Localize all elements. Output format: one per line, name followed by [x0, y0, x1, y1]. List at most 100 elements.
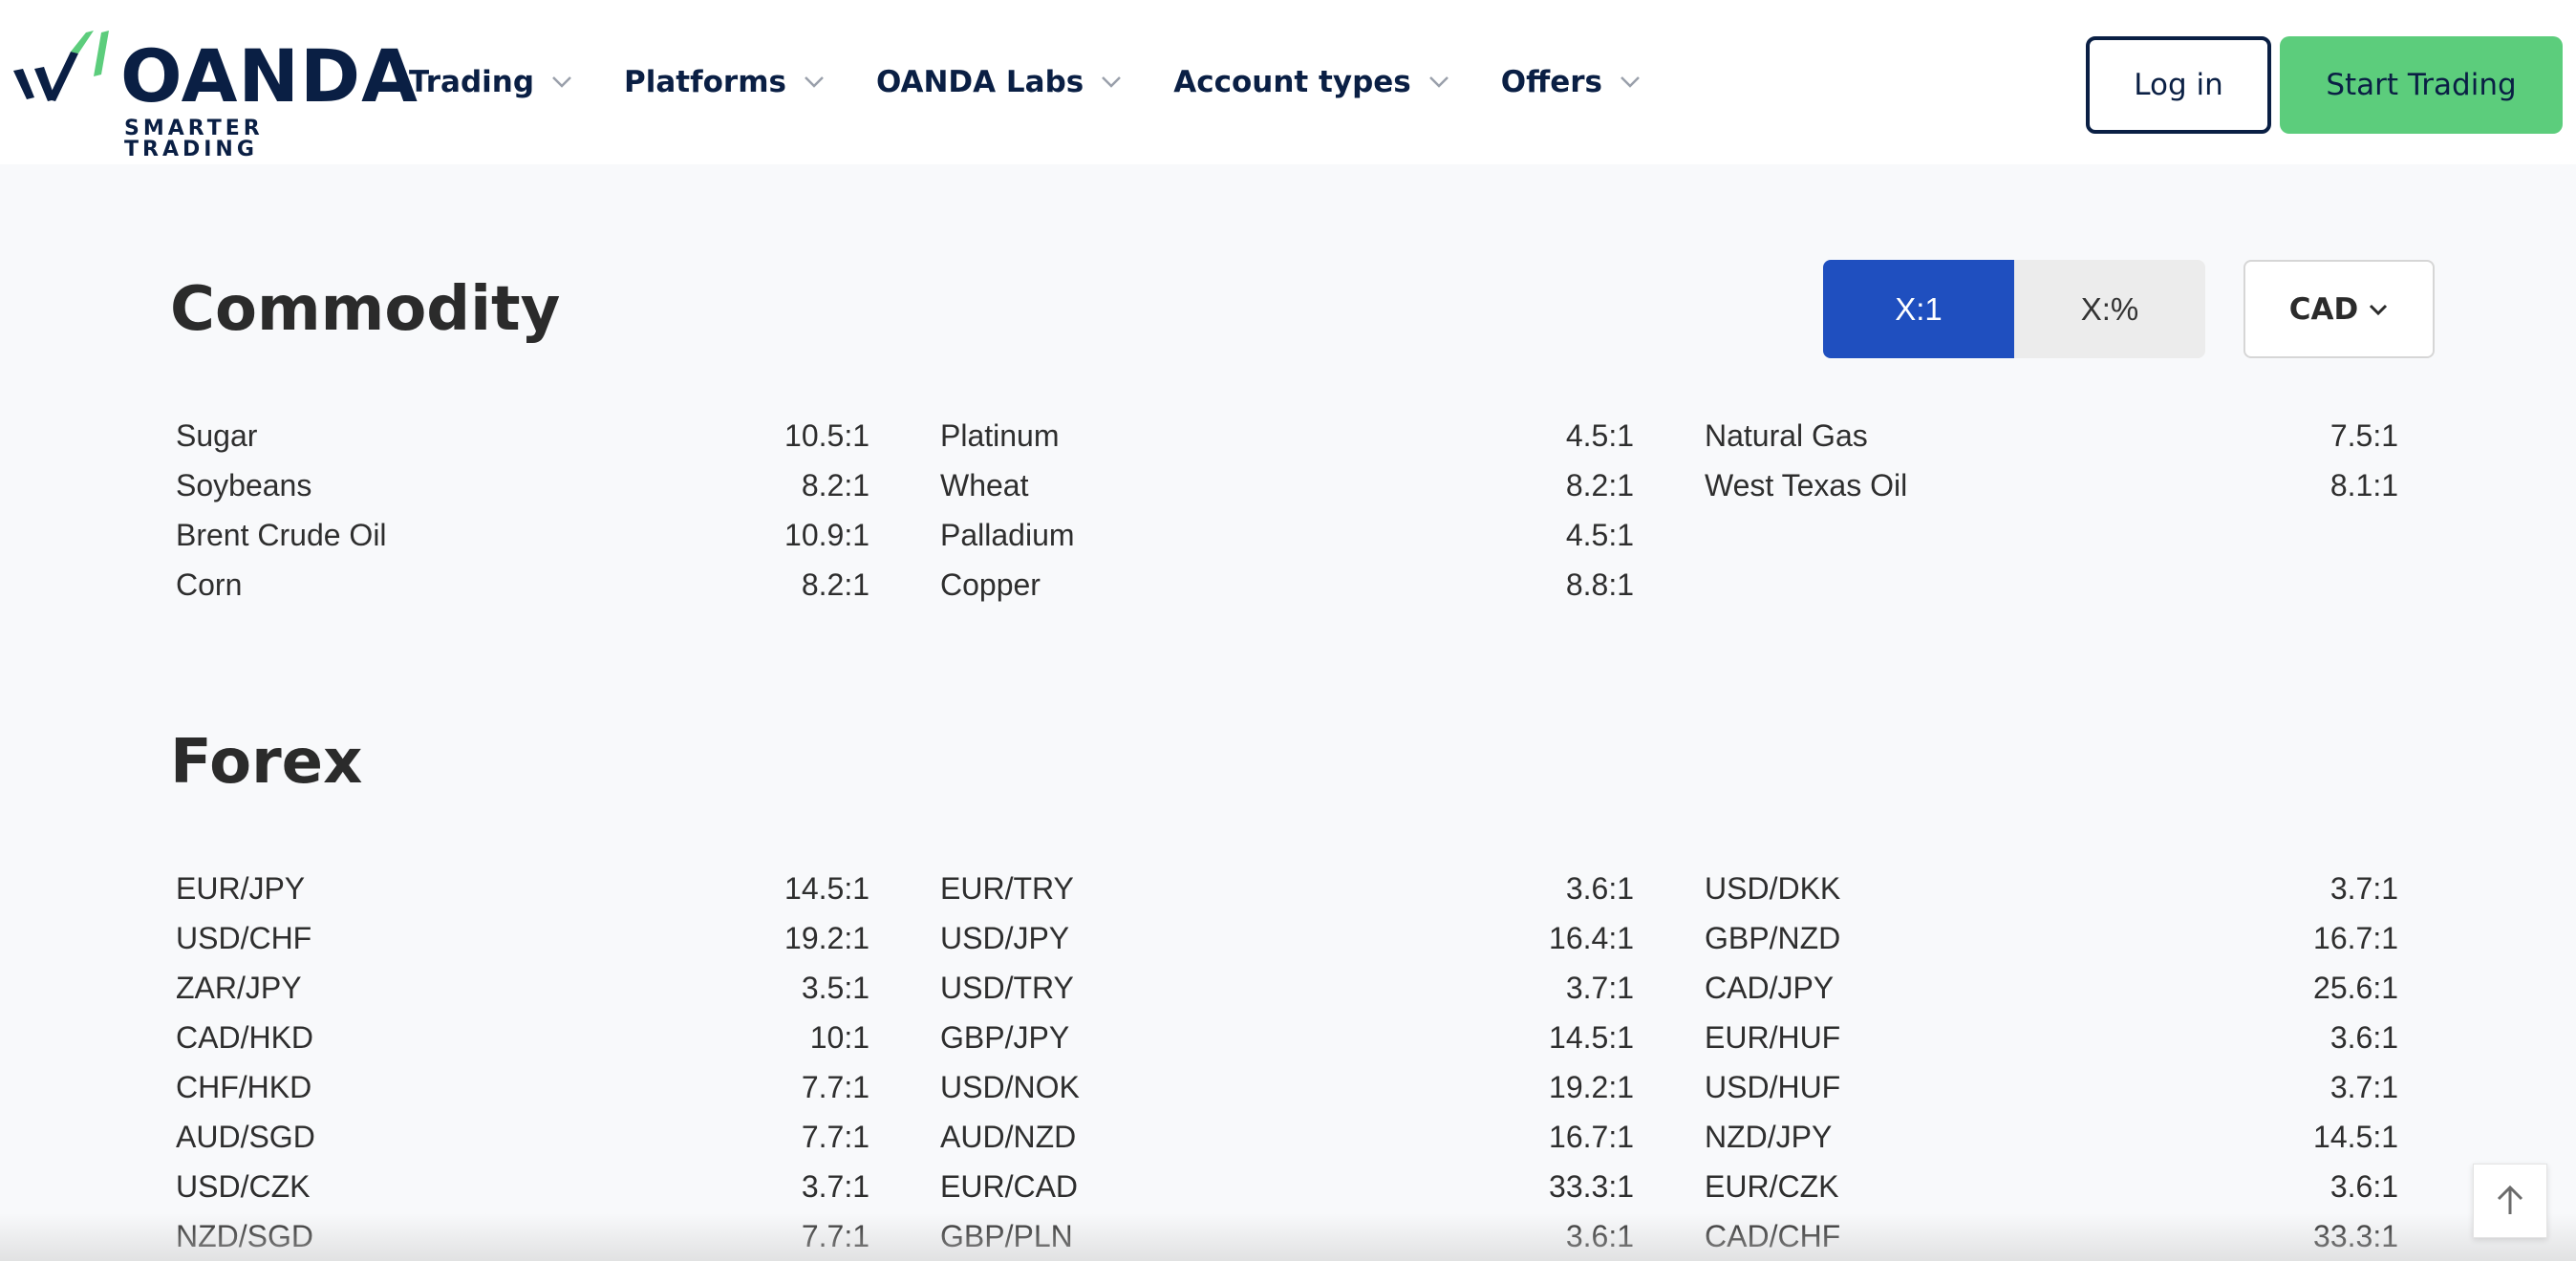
instrument-name: USD/HUF — [1705, 1069, 1841, 1104]
leverage-value: 16.7:1 — [2313, 920, 2398, 955]
leverage-value: 14.5:1 — [1549, 1019, 1634, 1055]
nav-label: OANDA Labs — [875, 65, 1084, 99]
nav-account-types[interactable]: Account types — [1173, 59, 1449, 105]
instrument-name: USD/CZK — [176, 1168, 311, 1204]
forex-table: EUR/JPY 14.5:1 USD/CHF 19.2:1 ZAR/JPY 3.5:1 CA… — [176, 864, 2469, 1261]
instrument-name: USD/DKK — [1705, 870, 1841, 906]
instrument-row: Corn 8.2:1 — [176, 560, 869, 609]
instrument-row: USD/NOK 19.2:1 — [940, 1062, 1634, 1112]
start-trading-button[interactable]: Start Trading — [2280, 36, 2563, 134]
instrument-name: Wheat — [940, 467, 1029, 502]
instrument-row: CAD/CHF 33.3:1 — [1705, 1211, 2398, 1261]
instrument-name: West Texas Oil — [1705, 467, 1908, 502]
instrument-name: ZAR/JPY — [176, 970, 302, 1005]
instrument-name: Sugar — [176, 417, 258, 453]
instrument-name: CAD/JPY — [1705, 970, 1835, 1005]
instrument-row: NZD/JPY 14.5:1 — [1705, 1112, 2398, 1162]
instrument-row: CHF/HKD 7.7:1 — [176, 1062, 869, 1112]
leverage-value: 7.7:1 — [801, 1119, 869, 1154]
instrument-row: USD/JPY 16.4:1 — [940, 913, 1634, 963]
nav-platforms[interactable]: Platforms — [624, 59, 825, 105]
leverage-value: 14.5:1 — [2313, 1119, 2398, 1154]
leverage-value: 3.6:1 — [2329, 1168, 2398, 1204]
instrument-name: USD/JPY — [940, 920, 1070, 955]
instrument-row: EUR/JPY 14.5:1 — [176, 864, 869, 913]
leverage-format-toggle: X:1 X:% — [1823, 260, 2205, 358]
logo-mark-icon — [13, 31, 109, 101]
forex-heading: Forex — [170, 727, 363, 798]
nav-oanda-labs[interactable]: OANDA Labs — [876, 59, 1122, 105]
instrument-row: USD/HUF 3.7:1 — [1705, 1062, 2398, 1112]
instrument-row: USD/CHF 19.2:1 — [176, 913, 869, 963]
instrument-name: GBP/JPY — [940, 1019, 1070, 1055]
leverage-value: 3.6:1 — [2329, 1019, 2398, 1055]
leverage-value: 7.7:1 — [801, 1069, 869, 1104]
oanda-logo[interactable]: OANDA SMARTER TRADING — [13, 31, 418, 160]
leverage-value: 4.5:1 — [1565, 517, 1634, 552]
leverage-value: 3.7:1 — [801, 1168, 869, 1204]
instrument-name: NZD/JPY — [1705, 1119, 1833, 1154]
instrument-row: EUR/CAD 33.3:1 — [940, 1162, 1634, 1211]
leverage-value: 10.9:1 — [784, 517, 869, 552]
login-button[interactable]: Log in — [2086, 36, 2271, 134]
leverage-value: 10.5:1 — [784, 417, 869, 453]
instrument-name: CAD/CHF — [1705, 1218, 1841, 1253]
instrument-row: EUR/CZK 3.6:1 — [1705, 1162, 2398, 1211]
instrument-name: USD/TRY — [940, 970, 1074, 1005]
instrument-name: Brent Crude Oil — [176, 517, 387, 552]
currency-select[interactable]: CAD — [2243, 260, 2435, 358]
logo-wordmark: OANDA — [120, 33, 419, 118]
nav-trading[interactable]: Trading — [409, 59, 572, 105]
leverage-value: 10:1 — [809, 1019, 869, 1055]
scroll-to-top-button[interactable] — [2473, 1164, 2547, 1238]
instrument-name: USD/NOK — [940, 1069, 1080, 1104]
instrument-name: NZD/SGD — [176, 1218, 313, 1253]
nav-label: Offers — [1500, 65, 1602, 99]
nav-label: Trading — [409, 65, 535, 99]
instrument-name: Copper — [940, 566, 1041, 602]
leverage-value: 33.3:1 — [2313, 1218, 2398, 1253]
instrument-row: Palladium 4.5:1 — [940, 510, 1634, 560]
main-nav: Trading Platforms OANDA Labs Account typ… — [409, 59, 1692, 105]
instrument-row: AUD/NZD 16.7:1 — [940, 1112, 1634, 1162]
nav-offers[interactable]: Offers — [1501, 59, 1641, 105]
instrument-row: Soybeans 8.2:1 — [176, 460, 869, 510]
instrument-row: CAD/HKD 10:1 — [176, 1013, 869, 1062]
instrument-name: Palladium — [940, 517, 1075, 552]
leverage-value: 7.7:1 — [801, 1218, 869, 1253]
leverage-value: 3.6:1 — [1565, 1218, 1634, 1253]
leverage-value: 16.7:1 — [1549, 1119, 1634, 1154]
site-header: OANDA SMARTER TRADING Trading Platforms … — [0, 0, 2576, 164]
instrument-row: GBP/JPY 14.5:1 — [940, 1013, 1634, 1062]
instrument-row: Wheat 8.2:1 — [940, 460, 1634, 510]
commodity-table: Sugar 10.5:1 Soybeans 8.2:1 Brent Crude Oil 1… — [176, 411, 2469, 609]
leverage-value: 4.5:1 — [1565, 417, 1634, 453]
instrument-name: GBP/NZD — [1705, 920, 1841, 955]
instrument-row: Copper 8.8:1 — [940, 560, 1634, 609]
chevron-down-icon — [1102, 76, 1122, 88]
commodity-heading: Commodity — [170, 274, 561, 345]
leverage-value: 8.1:1 — [2329, 467, 2398, 502]
instrument-name: Natural Gas — [1705, 417, 1868, 453]
chevron-down-icon — [552, 76, 571, 88]
instrument-row: Brent Crude Oil 10.9:1 — [176, 510, 869, 560]
instrument-row: CAD/JPY 25.6:1 — [1705, 963, 2398, 1013]
leverage-value: 3.7:1 — [2329, 1069, 2398, 1104]
instrument-row: GBP/PLN 3.6:1 — [940, 1211, 1634, 1261]
leverage-value: 19.2:1 — [1549, 1069, 1634, 1104]
chevron-down-icon — [1621, 76, 1640, 88]
instrument-row: AUD/SGD 7.7:1 — [176, 1112, 869, 1162]
leverage-value: 33.3:1 — [1549, 1168, 1634, 1204]
instrument-name: EUR/JPY — [176, 870, 306, 906]
instrument-name: EUR/TRY — [940, 870, 1074, 906]
instrument-row: Platinum 4.5:1 — [940, 411, 1634, 460]
leverage-value: 19.2:1 — [784, 920, 869, 955]
leverage-value: 3.7:1 — [1565, 970, 1634, 1005]
nav-label: Platforms — [624, 65, 786, 99]
toggle-ratio[interactable]: X:1 — [1823, 260, 2014, 358]
instrument-name: GBP/PLN — [940, 1218, 1073, 1253]
instrument-name: USD/CHF — [176, 920, 312, 955]
forex-column: USD/DKK 3.7:1 GBP/NZD 16.7:1 CAD/JPY 25.6:1 EU… — [1705, 864, 2398, 1261]
toggle-percent[interactable]: X:% — [2014, 260, 2205, 358]
instrument-name: Soybeans — [176, 467, 312, 502]
